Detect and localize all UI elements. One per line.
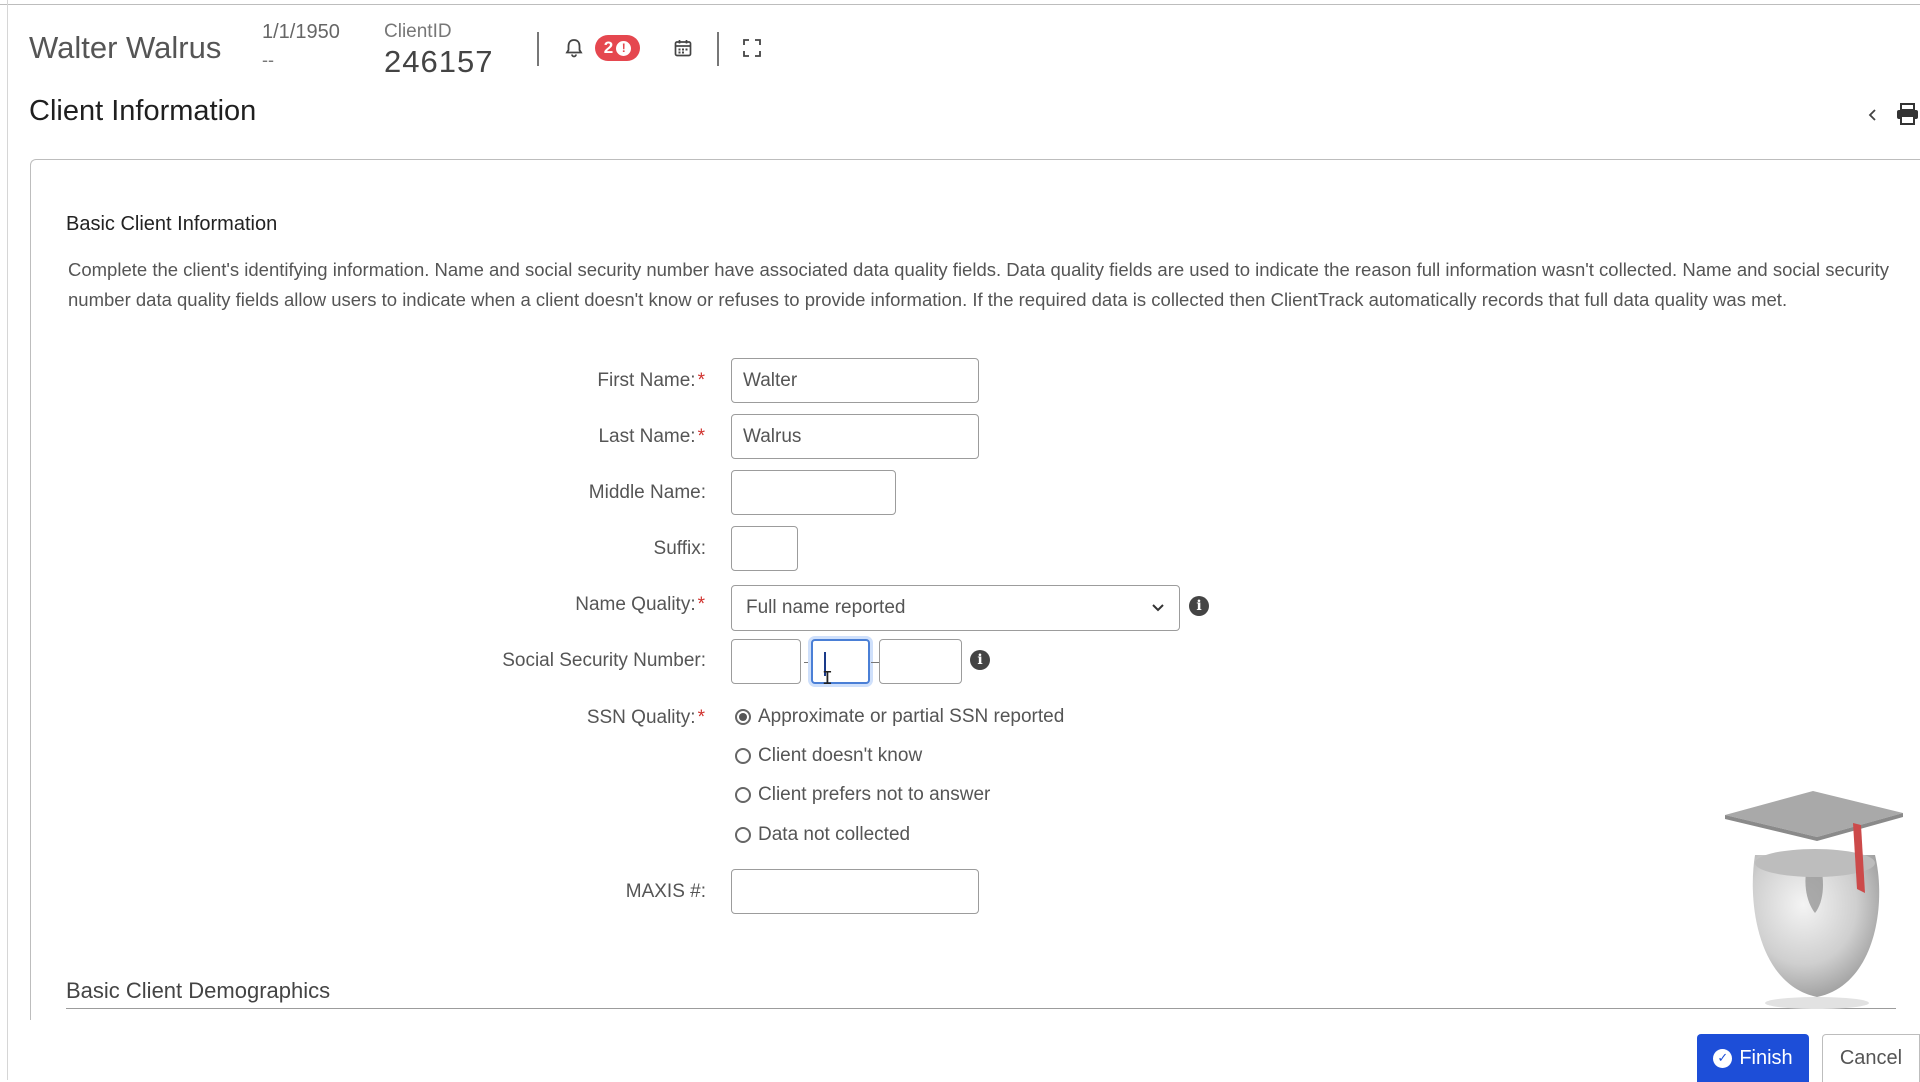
graduate-mouse-mascot [1725,791,1903,1009]
name-quality-value: Full name reported [746,597,906,618]
client-id-value: 246157 [384,44,494,79]
print-icon[interactable] [1895,101,1920,127]
ssn-quality-option-label: Client prefers not to answer [758,784,991,805]
name-quality-label-text: Name Quality: [575,594,696,615]
suffix-field[interactable] [731,526,798,571]
ssn-quality-option[interactable]: Approximate or partial SSN reported [735,706,1064,728]
ssn-part2-field[interactable] [811,639,870,684]
ssn-quality-option[interactable]: Client doesn't know [735,745,922,767]
ssn-label: Social Security Number: [502,650,706,671]
required-marker: * [697,594,705,615]
last-name-field[interactable] [731,414,979,459]
radio-button[interactable] [735,748,751,764]
ssn-quality-label-text: SSN Quality: [586,707,696,728]
required-marker: * [697,707,705,728]
middle-name-label: Middle Name: [588,482,706,503]
client-dob: 1/1/1950 [262,21,340,43]
client-name: Walter Walrus [29,30,222,65]
chevron-left-icon[interactable] [1865,104,1881,126]
ssn-quality-option-label: Data not collected [758,824,911,845]
ssn-quality-label: SSN Quality: * [587,707,705,729]
last-name-label: Last Name: * [598,426,705,448]
check-icon: ✓ [1713,1048,1733,1068]
first-name-field[interactable] [731,358,979,403]
ssn-part3-field[interactable] [879,639,962,684]
finish-button[interactable]: ✓ Finish [1697,1034,1809,1082]
bell-icon[interactable] [563,37,585,59]
required-marker: * [697,426,705,447]
section-divider [66,1008,1896,1009]
section-intro-text: Complete the client's identifying inform… [68,259,1890,310]
finish-button-label: Finish [1739,1046,1793,1069]
cancel-button-label: Cancel [1839,1047,1903,1069]
header-divider [717,32,719,66]
first-name-label-text: First Name: [597,370,696,391]
client-dob-subtext: -- [262,50,274,70]
ssn-quality-option[interactable]: Data not collected [735,824,910,846]
radio-button[interactable] [735,709,751,725]
maxis-label: MAXIS #: [625,881,706,902]
calendar-icon[interactable] [672,37,694,59]
chevron-down-icon [1152,604,1164,612]
alert-badge[interactable]: 2 ! [595,35,640,61]
last-name-label-text: Last Name: [598,426,696,447]
demographics-section-title: Basic Client Demographics [66,978,331,1003]
ssn-quality-option-label: Approximate or partial SSN reported [758,706,1065,727]
radio-button[interactable] [735,787,751,803]
name-quality-label: Name Quality: * [575,594,705,616]
ssn-quality-option-label: Client doesn't know [758,745,923,766]
ssn-quality-option[interactable]: Client prefers not to answer [735,784,990,806]
ssn-part1-field[interactable] [731,639,801,684]
section-title: Basic Client Information [66,213,278,235]
maxis-field[interactable] [731,869,979,914]
top-border [0,4,1920,5]
suffix-label: Suffix: [653,538,706,559]
header-divider [537,32,539,66]
radio-button[interactable] [735,827,751,843]
middle-name-field[interactable] [731,470,896,515]
first-name-label: First Name: * [597,370,705,392]
client-id-label: ClientID [384,21,452,42]
alert-count: 2 [603,38,614,57]
alert-exclamation-icon: ! [616,40,632,56]
info-icon[interactable]: i [1189,596,1209,616]
fullscreen-icon[interactable] [741,37,763,59]
cancel-button[interactable]: Cancel [1822,1034,1920,1082]
left-border [7,0,8,1080]
name-quality-select[interactable]: Full name reported [731,585,1180,631]
required-marker: * [697,370,705,391]
ssn-dash [871,662,879,663]
ibeam-cursor-icon: I [822,668,833,689]
info-icon[interactable]: i [970,650,990,670]
page-title: Client Information [29,95,257,127]
